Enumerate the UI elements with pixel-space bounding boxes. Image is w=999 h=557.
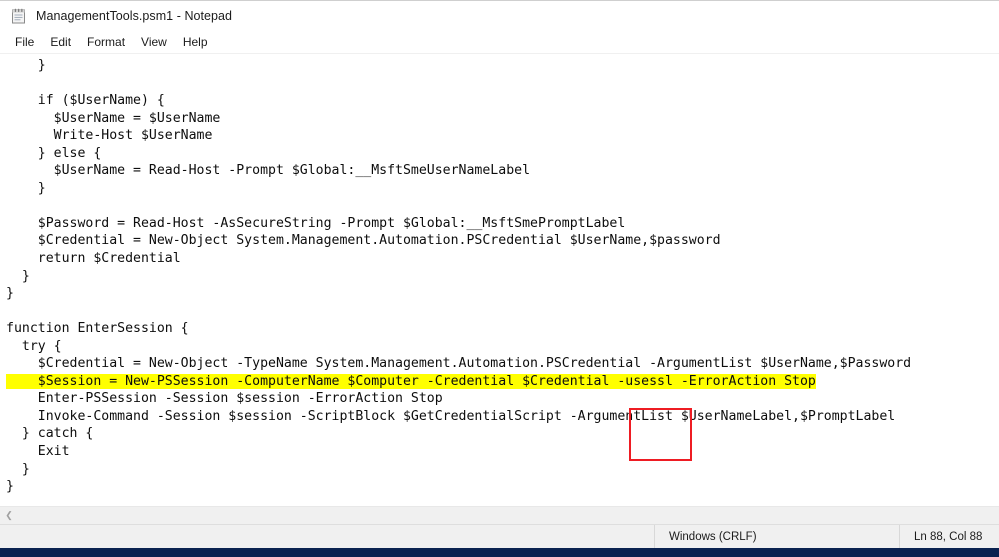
- code-block-after: Enter-PSSession -Session $session -Error…: [6, 391, 896, 495]
- status-bar-spacer: [0, 525, 654, 548]
- annotation-backdrop: [631, 428, 690, 459]
- status-encoding: Windows (CRLF): [654, 525, 899, 548]
- scrollbar-track[interactable]: [18, 507, 999, 524]
- menu-item-view[interactable]: View: [133, 33, 175, 52]
- notepad-icon: [10, 8, 27, 25]
- chevron-left-icon[interactable]: ❮: [0, 507, 18, 524]
- menu-bar: File Edit Format View Help: [0, 31, 999, 54]
- taskbar-strip: [0, 548, 999, 557]
- menu-item-format[interactable]: Format: [79, 33, 133, 52]
- status-bar: Windows (CRLF) Ln 88, Col 88: [0, 524, 999, 548]
- horizontal-scrollbar[interactable]: ❮: [0, 506, 999, 524]
- text-editor-area[interactable]: } if ($UserName) { $UserName = $UserName…: [0, 54, 999, 506]
- highlighted-code-line: $Session = New-PSSession -ComputerName $…: [6, 373, 816, 389]
- menu-item-file[interactable]: File: [7, 33, 42, 52]
- title-bar: ManagementTools.psm1 - Notepad: [0, 0, 999, 31]
- menu-item-edit[interactable]: Edit: [42, 33, 79, 52]
- window-title: ManagementTools.psm1 - Notepad: [36, 9, 233, 23]
- menu-item-help[interactable]: Help: [175, 33, 216, 52]
- code-content[interactable]: } if ($UserName) { $UserName = $UserName…: [0, 54, 911, 496]
- status-cursor-position: Ln 88, Col 88: [899, 525, 999, 548]
- notepad-window: ManagementTools.psm1 - Notepad File Edit…: [0, 0, 999, 557]
- code-block-before: } if ($UserName) { $UserName = $UserName…: [6, 58, 912, 372]
